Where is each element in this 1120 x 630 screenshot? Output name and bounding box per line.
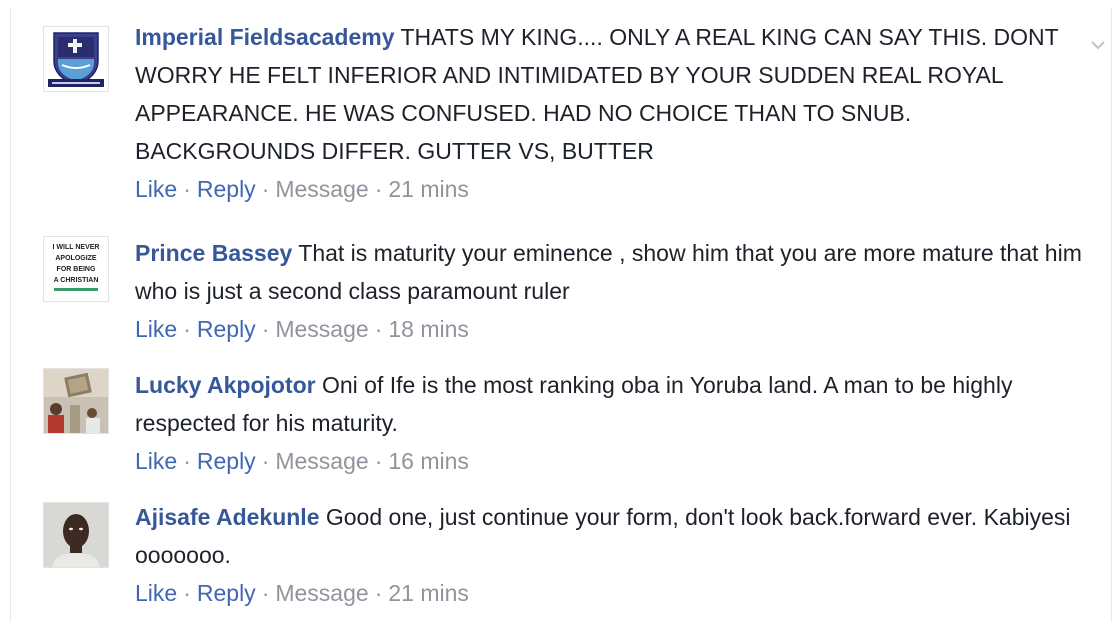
comment-actions: Like · Reply · Message · 21 mins [135, 172, 1095, 206]
reply-link[interactable]: Reply [197, 316, 256, 342]
comment-body: Imperial Fieldsacademy THATS MY KING....… [135, 18, 1095, 206]
avatar[interactable] [43, 26, 109, 92]
comment-timestamp[interactable]: 16 mins [388, 448, 469, 474]
comment-text-block: Imperial Fieldsacademy THATS MY KING....… [135, 18, 1095, 170]
avatar[interactable] [43, 368, 109, 434]
separator-dot: · [261, 176, 270, 202]
room-photo-icon [44, 369, 108, 433]
like-link[interactable]: Like [135, 176, 177, 202]
separator-dot: · [374, 448, 383, 474]
separator-dot: · [374, 176, 383, 202]
comment-author[interactable]: Ajisafe Adekunle [135, 504, 319, 530]
message-link[interactable]: Message [275, 176, 368, 202]
separator-dot: · [261, 448, 270, 474]
svg-text:FOR BEING: FOR BEING [57, 266, 96, 273]
comment-body: Lucky Akpojotor Oni of Ife is the most r… [135, 366, 1095, 478]
comment-body: Prince Bassey That is maturity your emin… [135, 234, 1095, 346]
comment-author[interactable]: Prince Bassey [135, 240, 292, 266]
separator-dot: · [183, 316, 191, 342]
comment-actions: Like · Reply · Message · 21 mins [135, 576, 1095, 610]
comment-timestamp[interactable]: 21 mins [388, 580, 469, 606]
comment-text-block: Lucky Akpojotor Oni of Ife is the most r… [135, 366, 1095, 442]
message-link[interactable]: Message [275, 316, 368, 342]
message-link[interactable]: Message [275, 580, 368, 606]
separator-dot: · [183, 176, 191, 202]
like-link[interactable]: Like [135, 316, 177, 342]
like-link[interactable]: Like [135, 580, 177, 606]
comment-body: Ajisafe Adekunle Good one, just continue… [135, 498, 1095, 610]
like-link[interactable]: Like [135, 448, 177, 474]
comments-panel: Imperial Fieldsacademy THATS MY KING....… [10, 8, 1112, 622]
reply-link[interactable]: Reply [197, 176, 256, 202]
comment-actions: Like · Reply · Message · 18 mins [135, 312, 1095, 346]
comment-author[interactable]: Imperial Fieldsacademy [135, 24, 395, 50]
comment-actions: Like · Reply · Message · 16 mins [135, 444, 1095, 478]
svg-text:APOLOGIZE: APOLOGIZE [55, 255, 97, 262]
reply-link[interactable]: Reply [197, 580, 256, 606]
separator-dot: · [261, 580, 270, 606]
separator-dot: · [183, 448, 191, 474]
separator-dot: · [183, 580, 191, 606]
comment-text-block: Ajisafe Adekunle Good one, just continue… [135, 498, 1095, 574]
school-crest-icon [44, 27, 108, 91]
avatar[interactable]: I WILL NEVER APOLOGIZE FOR BEING A CHRIS… [43, 236, 109, 302]
comment-text-block: Prince Bassey That is maturity your emin… [135, 234, 1095, 310]
separator-dot: · [374, 316, 383, 342]
avatar[interactable] [43, 502, 109, 568]
svg-text:I WILL NEVER: I WILL NEVER [53, 244, 100, 251]
reply-link[interactable]: Reply [197, 448, 256, 474]
message-link[interactable]: Message [275, 448, 368, 474]
comment-author[interactable]: Lucky Akpojotor [135, 372, 316, 398]
comment-timestamp[interactable]: 18 mins [388, 316, 469, 342]
separator-dot: · [374, 580, 383, 606]
svg-text:A CHRISTIAN: A CHRISTIAN [54, 277, 99, 284]
comment-timestamp[interactable]: 21 mins [388, 176, 469, 202]
text-poster-icon: I WILL NEVER APOLOGIZE FOR BEING A CHRIS… [44, 237, 108, 301]
separator-dot: · [261, 316, 270, 342]
person-photo-icon [44, 503, 108, 567]
